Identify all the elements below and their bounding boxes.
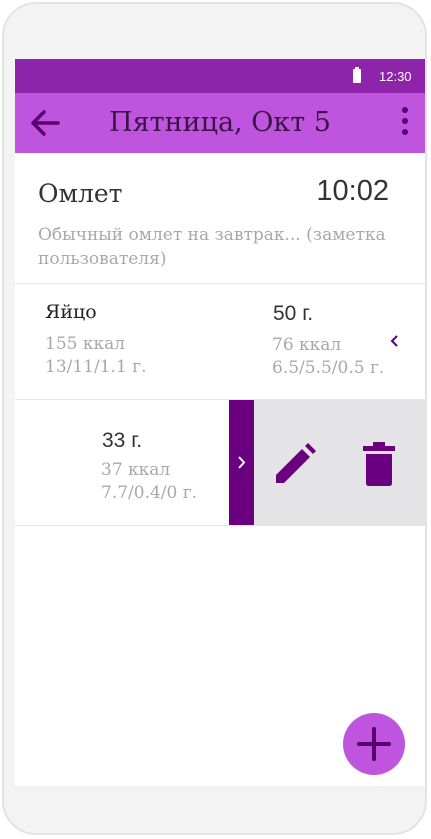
plus-icon [357, 727, 391, 761]
add-button[interactable] [343, 713, 405, 775]
back-arrow-icon [31, 110, 60, 136]
screen: 12:30 Пятница, Окт 5 Омлет 10:02 Обычный… [15, 59, 425, 786]
app-bar: Пятница, Окт 5 [15, 93, 425, 153]
item-name: Яйцо [45, 301, 97, 323]
item-weight-kcal: 37 ккал [101, 460, 171, 480]
item-kcal: 155 ккал [45, 334, 126, 354]
status-bar: 12:30 [15, 59, 425, 93]
chevron-left-icon[interactable] [387, 331, 401, 351]
item-weight-macros: 6.5/5.5/0.5 г. [272, 358, 385, 378]
item-weight-macros: 7.7/0.4/0 г. [101, 483, 198, 503]
meal-name: Омлет [38, 179, 123, 208]
item-weight: 50 г. [273, 302, 314, 325]
list-item[interactable]: 33 г. 37 ккал 7.7/0.4/0 г. [15, 400, 425, 526]
trash-icon [363, 442, 395, 486]
battery-icon [353, 67, 361, 83]
edit-button[interactable] [273, 442, 317, 486]
item-macros: 13/11/1.1 г. [45, 357, 147, 377]
chevron-right-icon [238, 456, 246, 469]
back-button[interactable] [27, 105, 63, 141]
item-weight-kcal: 76 ккал [272, 335, 342, 355]
item-actions [254, 400, 425, 525]
meal-note: Обычный омлет на завтрак... (заметка пол… [38, 225, 386, 269]
pencil-icon [276, 443, 316, 483]
delete-button[interactable] [360, 442, 398, 486]
status-time: 12:30 [379, 69, 412, 84]
page-title: Пятница, Окт 5 [109, 107, 331, 138]
meal-time: 10:02 [316, 175, 389, 207]
more-options-button[interactable] [395, 107, 415, 139]
item-weight: 33 г. [102, 429, 143, 452]
swipe-handle[interactable] [229, 400, 254, 525]
device-frame: 12:30 Пятница, Окт 5 Омлет 10:02 Обычный… [2, 2, 427, 835]
meal-header[interactable]: Омлет 10:02 Обычный омлет на завтрак... … [15, 153, 425, 284]
list-item[interactable]: Яйцо 155 ккал 13/11/1.1 г. 50 г. 76 ккал… [15, 284, 425, 400]
